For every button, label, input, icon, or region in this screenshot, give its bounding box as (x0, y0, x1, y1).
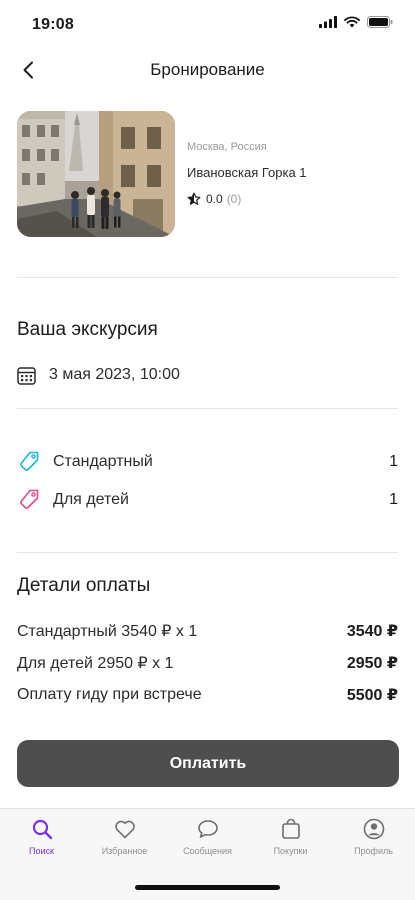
page-title: Бронирование (150, 60, 265, 79)
home-indicator (135, 885, 280, 890)
payment-section-title: Детали оплаты (17, 575, 151, 596)
payment-row-amount: 3540 ₽ (346, 623, 398, 640)
heart-icon (114, 820, 135, 839)
status-bar: 19:08 (0, 0, 415, 48)
divider (17, 277, 398, 278)
ticket-tag-icon (20, 489, 39, 509)
payment-row-name: Для детей 2950 ₽ x 1 (17, 655, 174, 672)
reviews-count: (0) (226, 192, 242, 206)
rating-value: 0.0 (206, 192, 223, 206)
payment-row-amount: 2950 ₽ (346, 655, 398, 672)
calendar-icon (17, 366, 36, 385)
ticket-tag-icon (20, 451, 39, 471)
tab-search[interactable]: Поиск (0, 817, 83, 856)
divider (17, 408, 398, 409)
tour-info: Москва, Россия Ивановская Горка 1 0.0 (0… (187, 141, 307, 206)
tab-messages[interactable]: Сообщения (166, 817, 249, 856)
ticket-row-standard[interactable]: Стандартный 1 (17, 450, 398, 474)
tour-title: Ивановская Горка 1 (187, 165, 307, 180)
excursion-date-text: 3 мая 2023, 10:00 (49, 366, 180, 383)
wifi-icon (344, 16, 360, 28)
navigation-bar: Бронирование (0, 48, 415, 92)
tab-purchases[interactable]: Покупки (249, 817, 332, 856)
bag-icon (281, 818, 300, 839)
payment-row: Оплату гиду при встрече 5500 ₽ (17, 684, 398, 706)
payment-row-name: Оплату гиду при встрече (17, 686, 202, 703)
tour-photo (17, 111, 175, 237)
tab-profile[interactable]: Профиль (332, 817, 415, 856)
pay-button[interactable]: Оплатить (17, 740, 399, 787)
divider (17, 552, 398, 553)
search-icon (32, 819, 52, 840)
tour-city: Москва, Россия (187, 141, 267, 153)
payment-row: Для детей 2950 ₽ x 1 2950 ₽ (17, 652, 398, 674)
tour-rating: 0.0 (0) (187, 192, 307, 206)
chat-icon (197, 820, 218, 838)
profile-icon (363, 818, 384, 840)
tab-label: Поиск (29, 846, 54, 856)
status-time: 19:08 (32, 16, 74, 33)
payment-row-name: Стандартный 3540 ₽ x 1 (17, 623, 198, 640)
excursion-section-title: Ваша экскурсия (17, 319, 158, 340)
cellular-signal-icon (319, 16, 337, 28)
status-icons (319, 16, 393, 28)
battery-icon (367, 16, 393, 28)
ticket-quantity: 1 (389, 491, 398, 508)
tab-label: Покупки (273, 846, 308, 856)
excursion-date[interactable]: 3 мая 2023, 10:00 (17, 364, 180, 386)
ticket-row-child[interactable]: Для детей 1 (17, 488, 398, 512)
tour-card[interactable]: Москва, Россия Ивановская Горка 1 0.0 (0… (17, 111, 398, 237)
tab-favorites[interactable]: Избранное (83, 817, 166, 856)
payment-row-amount: 5500 ₽ (346, 687, 398, 704)
ticket-quantity: 1 (389, 453, 398, 470)
tab-label: Сообщения (183, 846, 232, 856)
tab-label: Профиль (354, 846, 393, 856)
ticket-label: Для детей (53, 491, 129, 508)
tab-label: Избранное (101, 846, 148, 856)
star-half-icon (187, 192, 201, 205)
payment-row: Стандартный 3540 ₽ x 1 3540 ₽ (17, 620, 398, 642)
ticket-label: Стандартный (53, 453, 153, 470)
